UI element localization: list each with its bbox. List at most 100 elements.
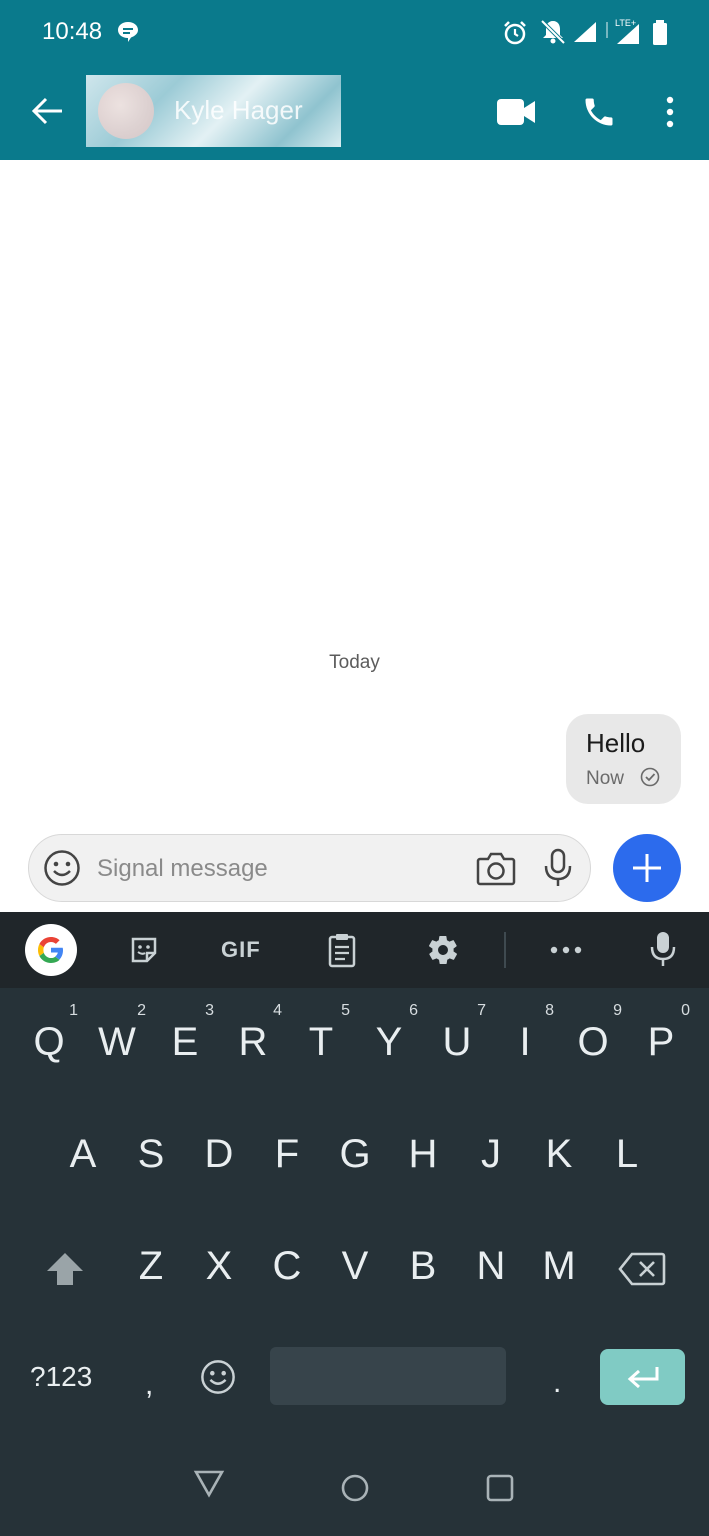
google-button[interactable]: [25, 924, 77, 976]
message-text: Hello: [586, 728, 646, 758]
contact-name: Kyle Hager: [174, 95, 303, 125]
key-s[interactable]: S: [116, 1112, 186, 1202]
key-label: W: [98, 1020, 136, 1064]
more-options-icon[interactable]: [664, 94, 676, 130]
key-p[interactable]: 0P: [626, 1000, 696, 1090]
key-label: S: [137, 1132, 165, 1176]
contact-header[interactable]: Kyle Hager: [86, 75, 341, 147]
more-horizontal-icon[interactable]: [549, 942, 583, 958]
key-h[interactable]: H: [388, 1112, 458, 1202]
key-hint: 9: [613, 1002, 622, 1019]
back-arrow-icon[interactable]: [30, 94, 64, 128]
back-triangle-icon[interactable]: [193, 1468, 225, 1498]
key-n[interactable]: N: [456, 1224, 526, 1314]
attach-button[interactable]: [613, 834, 681, 902]
clipboard-icon[interactable]: [327, 932, 357, 968]
enter-icon: [627, 1367, 659, 1389]
key-label: N: [476, 1244, 506, 1288]
plus-icon: [633, 854, 661, 882]
key-w[interactable]: 2W: [82, 1000, 152, 1090]
message-compose-field[interactable]: Signal message: [28, 834, 591, 902]
key-label: I: [519, 1020, 531, 1064]
keyboard-emoji-icon[interactable]: [200, 1359, 236, 1395]
key-label: C: [272, 1244, 302, 1288]
key-e[interactable]: 3E: [150, 1000, 220, 1090]
key-hint: 6: [409, 1002, 418, 1019]
key-o[interactable]: 9O: [558, 1000, 628, 1090]
key-hint: 2: [137, 1002, 146, 1019]
key-i[interactable]: 8I: [490, 1000, 560, 1090]
status-bar: 10:48 LTE+: [0, 0, 709, 64]
gif-button[interactable]: GIF: [221, 937, 261, 963]
key-c[interactable]: C: [252, 1224, 322, 1314]
recents-square-icon[interactable]: [485, 1473, 515, 1503]
outgoing-message-bubble[interactable]: Hello Now: [566, 714, 681, 804]
key-label: K: [545, 1132, 573, 1176]
comma-key[interactable]: ,: [145, 1368, 153, 1402]
key-b[interactable]: B: [388, 1224, 458, 1314]
home-circle-icon[interactable]: [340, 1473, 370, 1503]
enter-key[interactable]: [600, 1349, 685, 1405]
key-label: G: [339, 1132, 371, 1176]
key-label: J: [481, 1132, 501, 1176]
key-l[interactable]: L: [592, 1112, 662, 1202]
alarm-icon: [504, 21, 526, 45]
key-f[interactable]: F: [252, 1112, 322, 1202]
key-r[interactable]: 4R: [218, 1000, 288, 1090]
key-hint: 3: [205, 1002, 214, 1019]
key-v[interactable]: V: [320, 1224, 390, 1314]
emoji-icon[interactable]: [43, 849, 81, 887]
key-a[interactable]: A: [48, 1112, 118, 1202]
key-hint: 1: [69, 1002, 78, 1019]
key-q[interactable]: 1Q: [14, 1000, 84, 1090]
backspace-icon[interactable]: [618, 1252, 666, 1286]
key-k[interactable]: K: [524, 1112, 594, 1202]
key-hint: 4: [273, 1002, 282, 1019]
sticker-icon[interactable]: [128, 934, 160, 966]
key-g[interactable]: G: [320, 1112, 390, 1202]
space-key[interactable]: [270, 1347, 506, 1405]
key-m[interactable]: M: [524, 1224, 594, 1314]
key-z[interactable]: Z: [116, 1224, 186, 1314]
key-label: U: [442, 1020, 472, 1064]
key-u[interactable]: 7U: [422, 1000, 492, 1090]
key-y[interactable]: 6Y: [354, 1000, 424, 1090]
key-label: D: [204, 1132, 234, 1176]
key-hint: 8: [545, 1002, 554, 1019]
voice-input-icon[interactable]: [650, 930, 676, 968]
key-t[interactable]: 5T: [286, 1000, 356, 1090]
date-divider: Today: [329, 652, 380, 673]
google-icon: [38, 937, 63, 963]
symbols-key[interactable]: ?123: [30, 1361, 92, 1393]
key-label: R: [238, 1020, 268, 1064]
period-key[interactable]: .: [553, 1366, 561, 1400]
key-label: L: [615, 1132, 639, 1176]
phone-call-icon[interactable]: [580, 94, 618, 130]
key-label: X: [205, 1244, 233, 1288]
key-label: O: [577, 1020, 609, 1064]
compose-placeholder: Signal message: [97, 855, 268, 882]
key-label: Q: [33, 1020, 65, 1064]
status-time: 10:48: [42, 18, 103, 45]
key-hint: 5: [341, 1002, 350, 1019]
key-label: P: [647, 1020, 675, 1064]
key-x[interactable]: X: [184, 1224, 254, 1314]
toolbar-divider: [504, 932, 506, 968]
message-notification-icon: [118, 22, 138, 42]
shift-icon[interactable]: [44, 1250, 86, 1288]
sent-check-icon: [640, 767, 660, 787]
key-label: Y: [375, 1020, 403, 1064]
system-navigation-bar: [0, 1428, 709, 1536]
microphone-icon[interactable]: [541, 848, 575, 888]
key-label: B: [409, 1244, 437, 1288]
svg-text:LTE+: LTE+: [615, 18, 636, 28]
key-j[interactable]: J: [456, 1112, 526, 1202]
key-hint: 0: [681, 1002, 690, 1019]
video-call-icon[interactable]: [496, 97, 536, 127]
key-label: F: [274, 1132, 300, 1176]
key-label: T: [308, 1020, 334, 1064]
lte-signal-icon: LTE+: [606, 18, 639, 44]
camera-icon[interactable]: [476, 850, 516, 886]
key-d[interactable]: D: [184, 1112, 254, 1202]
settings-gear-icon[interactable]: [426, 933, 460, 967]
